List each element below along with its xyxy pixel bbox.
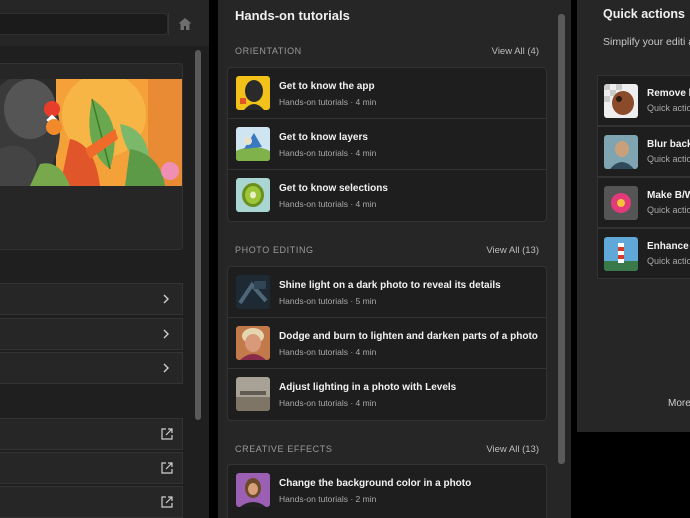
link-row[interactable] [0, 486, 183, 518]
tutorial-item[interactable]: Shine light on a dark photo to reveal it… [228, 267, 546, 318]
quick-action-meta: Quick actio [647, 103, 690, 113]
quick-action-thumbnail [604, 186, 638, 220]
link-row[interactable] [0, 452, 183, 484]
menu-row[interactable] [0, 283, 183, 315]
view-all-link[interactable]: View All (4) [492, 46, 539, 57]
tutorial-title: Get to know selections [279, 183, 388, 194]
external-link-icon [161, 496, 173, 508]
section-heading: ORIENTATION [235, 46, 302, 56]
home-icon[interactable] [177, 16, 193, 32]
view-all-link[interactable]: View All (13) [486, 245, 539, 256]
tutorial-title: Dodge and burn to lighten and darken par… [279, 331, 538, 342]
featured-image [0, 79, 182, 186]
tutorial-thumbnail [236, 275, 270, 309]
section-heading: PHOTO EDITING [235, 245, 314, 255]
tutorial-title: Get to know the app [279, 81, 375, 92]
featured-card[interactable] [0, 63, 183, 250]
quick-action-thumbnail [604, 84, 638, 118]
quick-action-item[interactable]: Remove b Quick actio [597, 75, 690, 126]
tutorial-item[interactable]: Change the background color in a photo H… [228, 465, 546, 516]
tutorial-title: Get to know layers [279, 132, 368, 143]
panel-title: Quick actions [603, 7, 685, 21]
tutorial-title: Adjust lighting in a photo with Levels [279, 382, 457, 393]
tutorial-meta: Hands-on tutorials · 5 min [279, 296, 377, 306]
section-heading: CREATIVE EFFECTS [235, 444, 333, 454]
tutorial-thumbnail [236, 127, 270, 161]
quick-action-thumbnail [604, 237, 638, 271]
quick-action-item[interactable]: Enhance I Quick actio [597, 228, 690, 279]
external-link-icon [161, 462, 173, 474]
panel-title: Hands-on tutorials [235, 8, 350, 23]
tutorial-thumbnail [236, 326, 270, 360]
quick-action-meta: Quick actio [647, 154, 690, 164]
tutorial-title: Change the background color in a photo [279, 478, 472, 489]
panel-description: Simplify your editi actions [603, 36, 690, 48]
tutorial-item[interactable]: Get to know selections Hands-on tutorial… [228, 170, 546, 221]
tutorial-meta: Hands-on tutorials · 4 min [279, 347, 377, 357]
tutorial-title: Shine light on a dark photo to reveal it… [279, 280, 501, 291]
tutorial-thumbnail [236, 178, 270, 212]
quick-action-item[interactable]: Blur back Quick actio [597, 126, 690, 177]
quick-action-title: Enhance I [647, 241, 690, 252]
chevron-right-icon [163, 294, 169, 304]
tutorial-meta: Hands-on tutorials · 4 min [279, 97, 377, 107]
divider [168, 13, 169, 35]
quick-action-thumbnail [604, 135, 638, 169]
quick-action-title: Blur back [647, 139, 690, 150]
tutorial-meta: Hands-on tutorials · 4 min [279, 199, 377, 209]
left-panel [0, 0, 209, 518]
tutorial-thumbnail [236, 473, 270, 507]
quick-action-title: Make B/W [647, 190, 690, 201]
quick-action-meta: Quick actio [647, 205, 690, 215]
external-link-icon [161, 428, 173, 440]
more-link[interactable]: More [668, 398, 690, 409]
quick-action-item[interactable]: Make B/W Quick actio [597, 177, 690, 228]
view-all-link[interactable]: View All (13) [486, 444, 539, 455]
tutorial-item[interactable]: Dodge and burn to lighten and darken par… [228, 318, 546, 369]
quick-actions-panel: Quick actions Simplify your editi action… [577, 0, 690, 432]
quick-action-title: Remove b [647, 88, 690, 99]
scrollbar[interactable] [195, 50, 201, 420]
link-row[interactable] [0, 418, 183, 450]
tutorial-thumbnail [236, 377, 270, 411]
tutorial-item[interactable]: Adjust lighting in a photo with Levels H… [228, 369, 546, 420]
tutorial-group: Shine light on a dark photo to reveal it… [227, 266, 547, 421]
tutorial-thumbnail [236, 76, 270, 110]
tutorial-item[interactable]: Get to know the app Hands-on tutorials ·… [228, 68, 546, 119]
tutorial-meta: Hands-on tutorials · 4 min [279, 398, 377, 408]
tutorial-meta: Hands-on tutorials · 4 min [279, 148, 377, 158]
menu-row[interactable] [0, 318, 183, 350]
tutorial-meta: Hands-on tutorials · 2 min [279, 494, 377, 504]
tutorial-item[interactable]: Get to know layers Hands-on tutorials · … [228, 119, 546, 170]
chevron-right-icon [163, 363, 169, 373]
tutorial-group: Change the background color in a photo H… [227, 464, 547, 518]
menu-row[interactable] [0, 352, 183, 384]
quick-action-meta: Quick actio [647, 256, 690, 266]
search-input[interactable] [0, 13, 168, 35]
tutorial-group: Get to know the app Hands-on tutorials ·… [227, 67, 547, 222]
tutorials-panel: Hands-on tutorials ORIENTATION View All … [218, 0, 571, 518]
chevron-right-icon [163, 329, 169, 339]
scrollbar[interactable] [558, 14, 565, 464]
